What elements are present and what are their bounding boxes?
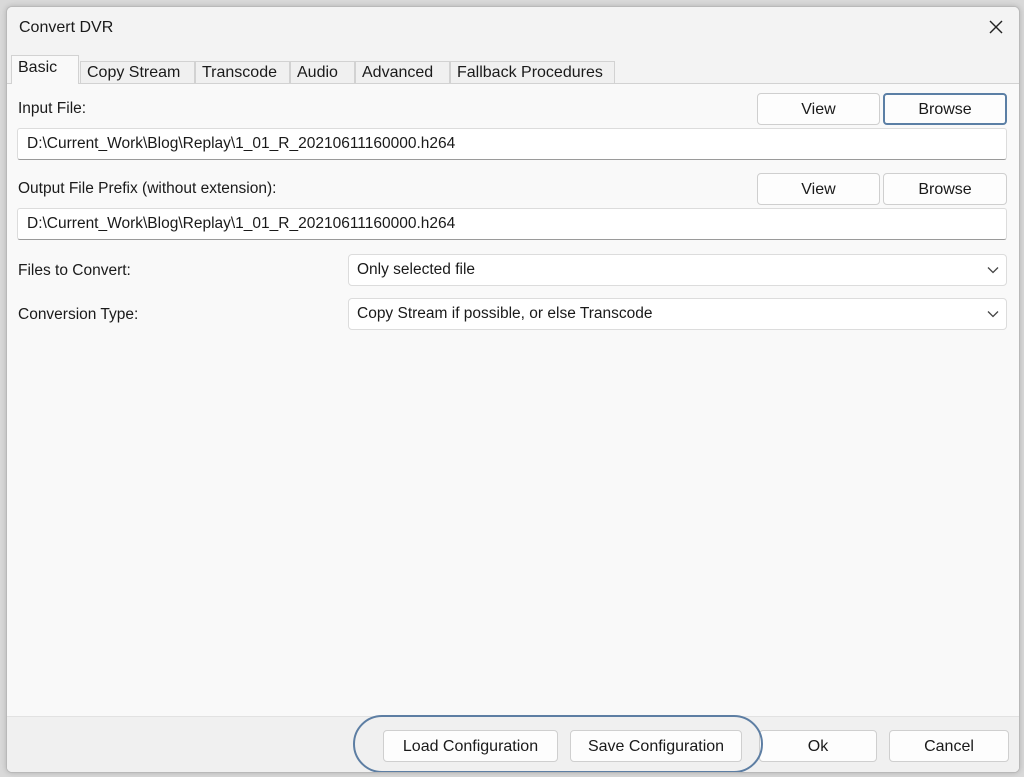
conversion-type-value: Copy Stream if possible, or else Transco…: [357, 305, 653, 322]
conversion-type-label: Conversion Type:: [18, 306, 139, 323]
tab-audio[interactable]: Audio: [290, 61, 355, 83]
files-to-convert-label: Files to Convert:: [18, 262, 131, 279]
input-file-label: Input File:: [18, 100, 87, 117]
chevron-down-icon: [987, 267, 999, 274]
input-view-button[interactable]: View: [757, 93, 880, 125]
input-browse-button[interactable]: Browse: [883, 93, 1007, 125]
title-bar: Convert DVR: [7, 7, 1019, 47]
tab-fallback-procedures[interactable]: Fallback Procedures: [450, 61, 615, 83]
output-file-label: Output File Prefix (without extension):: [18, 180, 277, 197]
load-configuration-button[interactable]: Load Configuration: [383, 730, 558, 762]
close-icon: [989, 20, 1003, 34]
ok-button[interactable]: Ok: [759, 730, 877, 762]
tab-transcode[interactable]: Transcode: [195, 61, 290, 83]
convert-dvr-dialog: Convert DVR Basic Copy Stream Transcode …: [6, 6, 1020, 773]
output-file-field[interactable]: D:\Current_Work\Blog\Replay\1_01_R_20210…: [17, 208, 1007, 240]
tab-strip: Basic Copy Stream Transcode Audio Advanc…: [7, 47, 1019, 84]
files-to-convert-select[interactable]: Only selected file: [348, 254, 1007, 286]
chevron-down-icon: [987, 311, 999, 318]
tab-copy-stream[interactable]: Copy Stream: [80, 61, 195, 83]
basic-tab-panel: Input File: View Browse D:\Current_Work\…: [7, 83, 1019, 772]
output-view-button[interactable]: View: [757, 173, 880, 205]
save-configuration-button[interactable]: Save Configuration: [570, 730, 742, 762]
close-button[interactable]: [981, 13, 1011, 41]
window-title: Convert DVR: [19, 19, 114, 36]
files-to-convert-value: Only selected file: [357, 261, 476, 278]
output-browse-button[interactable]: Browse: [883, 173, 1007, 205]
conversion-type-select[interactable]: Copy Stream if possible, or else Transco…: [348, 298, 1007, 330]
tab-advanced[interactable]: Advanced: [355, 61, 450, 83]
cancel-button[interactable]: Cancel: [889, 730, 1009, 762]
input-file-field[interactable]: D:\Current_Work\Blog\Replay\1_01_R_20210…: [17, 128, 1007, 160]
dialog-footer: Load Configuration Save Configuration Ok…: [7, 716, 1019, 772]
tab-basic[interactable]: Basic: [11, 55, 79, 84]
